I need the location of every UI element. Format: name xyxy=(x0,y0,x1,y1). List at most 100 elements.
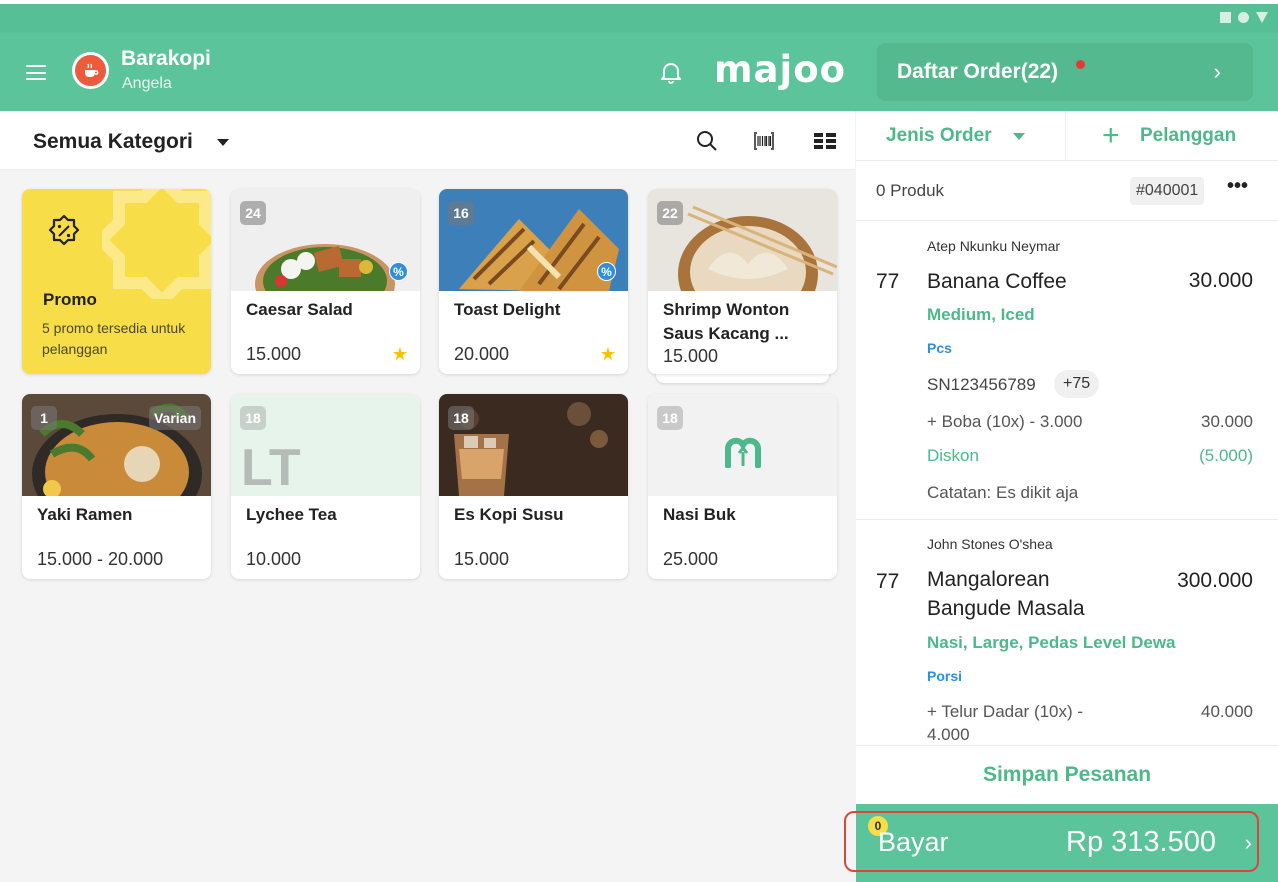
addon-price: 30.000 xyxy=(1201,412,1253,431)
discount-badge-icon: % xyxy=(389,262,408,281)
store-logo xyxy=(72,52,109,89)
order-number: #040001 xyxy=(1130,177,1205,205)
circle-icon xyxy=(1238,12,1249,23)
product-name: Es Kopi Susu xyxy=(454,505,564,524)
addon-price: 40.000 xyxy=(1201,702,1253,721)
caret-down-icon[interactable] xyxy=(217,139,229,146)
item-name: Banana Coffee xyxy=(927,270,1067,293)
product-count: 0 Produk xyxy=(876,181,945,200)
promo-card[interactable]: Promo 5 promo tersedia untuk pelanggan xyxy=(22,189,211,374)
bell-icon[interactable] xyxy=(660,60,682,84)
category-dropdown[interactable]: Semua Kategori xyxy=(33,130,193,154)
plus-icon[interactable]: + xyxy=(1102,119,1120,153)
system-indicators xyxy=(1220,12,1268,23)
item-unit: Porsi xyxy=(927,668,963,684)
order-summary-bar: 0 Produk #040001 ••• xyxy=(856,162,1278,221)
pay-button[interactable]: 0 Bayar Rp 313.500 › xyxy=(844,804,1278,882)
promo-subtitle: 5 promo tersedia untuk pelanggan xyxy=(42,320,186,357)
divider xyxy=(856,519,1278,520)
product-grid: Promo 5 promo tersedia untuk pelanggan 2… xyxy=(0,171,855,882)
chevron-right-icon: › xyxy=(1213,59,1221,84)
product-card[interactable]: 16 % Toast Delight 20.000 ★ xyxy=(439,189,628,374)
notification-dot xyxy=(1076,60,1085,69)
item-name: Mangalorean Bangude Masala xyxy=(927,568,1085,620)
order-list-button[interactable]: Daftar Order(22) › xyxy=(877,43,1253,101)
variant-badge: Varian xyxy=(148,406,201,430)
item-note: Catatan: Es dikit aja xyxy=(927,483,1079,502)
stock-badge: 16 xyxy=(448,201,474,225)
discount-icon xyxy=(48,214,80,246)
serial-more-badge[interactable]: +75 xyxy=(1054,370,1100,398)
product-name: Lychee Tea xyxy=(246,505,337,524)
list-view-icon[interactable] xyxy=(813,129,837,153)
product-price: 20.000 xyxy=(454,344,510,364)
item-variant: Nasi, Large, Pedas Level Dewa xyxy=(927,633,1176,652)
caret-down-icon[interactable] xyxy=(1013,133,1025,140)
product-card[interactable]: 22 Shrimp Wonton Saus Kacang ... 15.000 xyxy=(648,189,837,374)
product-card[interactable]: 1 Varian Yaki Ramen 15.000 - 20.000 xyxy=(22,394,211,579)
product-price: 15.000 - 20.000 xyxy=(37,549,164,569)
store-name: Barakopi xyxy=(121,47,211,70)
product-price: 25.000 xyxy=(663,549,719,569)
barcode-icon[interactable] xyxy=(752,129,776,153)
chevron-right-icon: › xyxy=(1244,830,1252,855)
order-type-dropdown[interactable]: Jenis Order xyxy=(886,125,992,147)
stock-badge: 24 xyxy=(240,201,266,225)
save-order-button[interactable]: Simpan Pesanan xyxy=(856,745,1278,803)
product-price: 15.000 xyxy=(246,344,302,364)
pay-amount: Rp 313.500 xyxy=(1066,826,1216,858)
more-options-icon[interactable]: ••• xyxy=(1227,175,1248,198)
discount-value: (5.000) xyxy=(1199,446,1253,465)
product-card[interactable]: 18 Nasi Buk 25.000 xyxy=(648,394,837,579)
promo-decoration xyxy=(102,189,211,299)
star-icon: ★ xyxy=(391,344,408,364)
item-addon: + Boba (10x) - 3.000 xyxy=(927,412,1083,431)
item-unit: Pcs xyxy=(927,340,952,356)
item-qty: 77 xyxy=(876,570,900,593)
serial-number: SN123456789 xyxy=(927,375,1036,394)
add-customer-button[interactable]: Pelanggan xyxy=(1140,125,1236,147)
discount-label: Diskon xyxy=(927,446,979,465)
majoo-placeholder-icon xyxy=(725,437,761,468)
item-price: 30.000 xyxy=(1188,269,1253,292)
app-bar: Barakopi Angela majoo Daftar Order(22) › xyxy=(0,33,1278,111)
brand-logo: majoo xyxy=(714,48,847,91)
product-name: Yaki Ramen xyxy=(37,505,133,524)
order-items-list[interactable]: Atep Nkunku Neymar 77 Banana Coffee 30.0… xyxy=(856,222,1278,744)
product-card[interactable]: 24 % Caesar Salad 15.000 ★ xyxy=(231,189,420,374)
pay-label: Bayar xyxy=(878,827,949,857)
square-icon xyxy=(1220,12,1231,23)
user-name: Angela xyxy=(122,75,172,92)
product-initials: LT xyxy=(241,439,301,496)
product-price: 15.000 xyxy=(663,346,719,366)
product-card[interactable]: 18 Es Kopi Susu 15.000 xyxy=(439,394,628,579)
stock-badge: 18 xyxy=(448,406,474,430)
promo-title: Promo xyxy=(43,290,97,309)
staff-names: John Stones O'shea xyxy=(927,536,1053,552)
menu-icon[interactable] xyxy=(26,65,46,80)
product-name: Toast Delight xyxy=(454,300,561,319)
product-name: Nasi Buk xyxy=(663,505,736,524)
order-list-label: Daftar Order(22) xyxy=(897,60,1059,83)
product-name: Shrimp Wonton Saus Kacang ... xyxy=(663,300,790,343)
order-panel: Jenis Order + Pelanggan 0 Produk #040001… xyxy=(844,111,1278,882)
stock-badge: 18 xyxy=(657,406,683,430)
product-price: 15.000 xyxy=(454,549,510,569)
item-qty: 77 xyxy=(876,270,900,293)
stock-badge: 18 xyxy=(240,406,266,430)
star-icon: ★ xyxy=(599,344,616,364)
product-card[interactable]: LT 18 Lychee Tea 10.000 xyxy=(231,394,420,579)
divider xyxy=(1065,111,1066,161)
status-bar xyxy=(0,0,1278,33)
triangle-icon xyxy=(1256,12,1268,23)
product-name: Caesar Salad xyxy=(246,300,353,319)
staff-names: Atep Nkunku Neymar xyxy=(927,238,1061,254)
order-panel-header: Jenis Order + Pelanggan xyxy=(856,111,1278,161)
product-price: 10.000 xyxy=(246,549,302,569)
stock-badge: 22 xyxy=(657,201,683,225)
stock-badge: 1 xyxy=(31,406,57,430)
search-icon[interactable] xyxy=(695,129,719,153)
item-addon: + Telur Dadar (10x) - 4.000 xyxy=(927,702,1084,744)
item-variant: Medium, Iced xyxy=(927,305,1035,324)
discount-badge-icon: % xyxy=(597,262,616,281)
